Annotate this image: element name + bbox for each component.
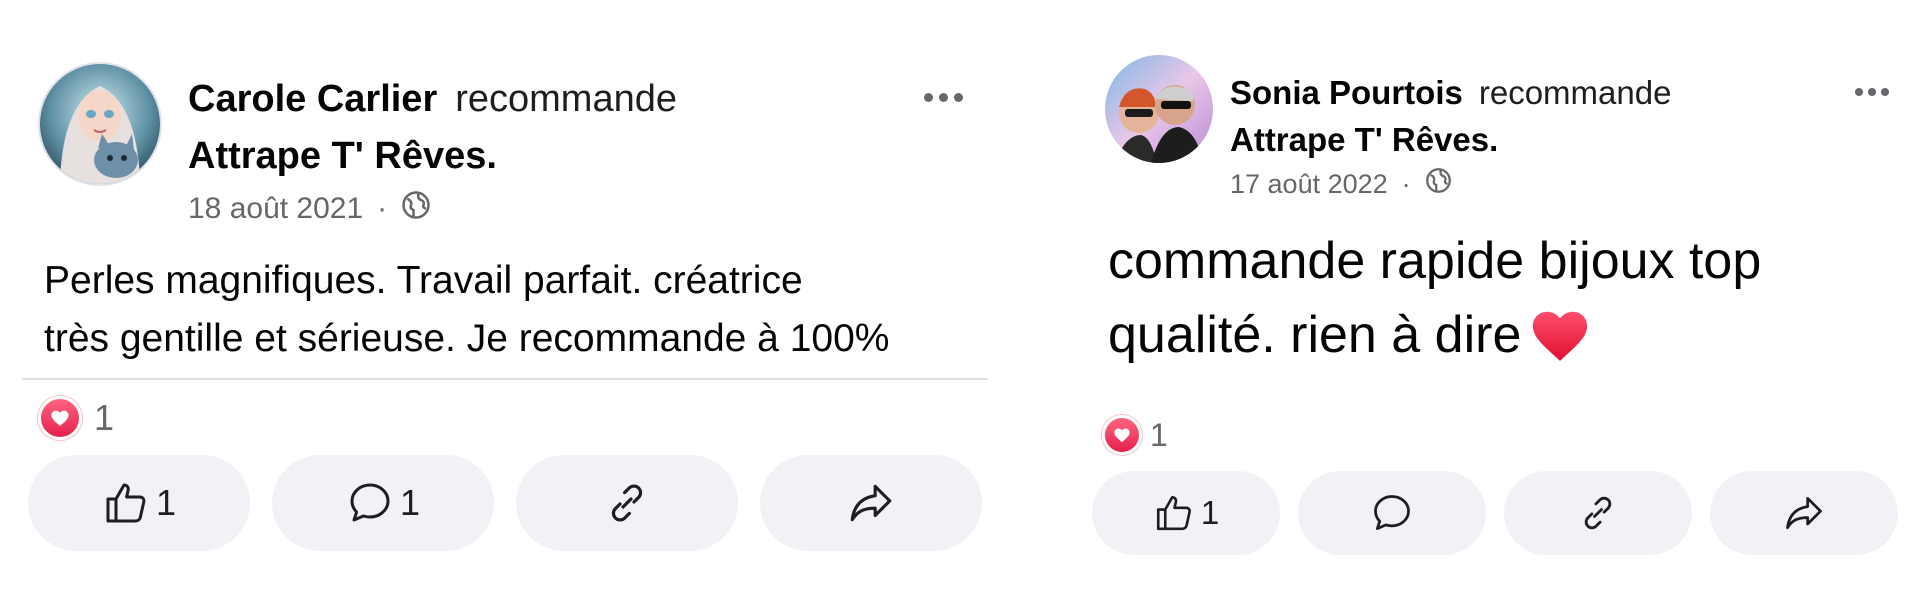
like-button[interactable]: 1 (1092, 471, 1280, 555)
comment-count: 1 (399, 482, 421, 523)
action-bar: 1 1 (28, 455, 982, 551)
post-header: Sonia Pourtois recommande (1230, 74, 1671, 112)
avatar[interactable] (38, 62, 162, 186)
reaction-count: 1 (94, 397, 115, 438)
copy-link-button[interactable] (516, 455, 738, 551)
meta-separator: · (1401, 168, 1411, 199)
like-button[interactable]: 1 (28, 455, 250, 551)
comment-icon (1370, 491, 1414, 535)
globe-icon (1425, 167, 1452, 201)
recommend-verb: recommande (1478, 74, 1672, 111)
like-count: 1 (1200, 494, 1220, 531)
page-name[interactable]: Attrape T' Rêves. (188, 135, 497, 178)
share-button[interactable] (760, 455, 982, 551)
more-options-icon[interactable] (1855, 88, 1889, 96)
link-icon (1577, 492, 1619, 534)
post-text-line: commande rapide bijoux top (1108, 232, 1762, 290)
post-text-line-wrap: qualité. rien à dire (1108, 298, 1908, 384)
post-text-line: très gentille et sérieuse. Je recommande… (44, 317, 890, 360)
author-name[interactable]: Carole Carlier (188, 78, 437, 120)
reaction-summary[interactable]: 1 (38, 396, 114, 440)
thumbs-up-icon (102, 479, 150, 527)
love-reaction-icon (38, 396, 82, 440)
share-button[interactable] (1710, 471, 1898, 555)
post-text: commande rapide bijoux top qualité. rien… (1108, 224, 1908, 384)
recommendation-post: Carole Carlier recommande Attrape T' Rêve… (0, 0, 1000, 616)
thumbs-up-icon (1153, 492, 1195, 534)
copy-link-button[interactable] (1504, 471, 1692, 555)
share-icon (846, 478, 896, 528)
globe-icon (401, 190, 431, 228)
like-count: 1 (155, 482, 177, 523)
recommendation-post: Sonia Pourtois recommande Attrape T' Rêve… (1080, 0, 1920, 616)
page-name[interactable]: Attrape T' Rêves. (1230, 121, 1498, 159)
reaction-count: 1 (1150, 416, 1168, 453)
post-meta: 18 août 2021 · (188, 190, 431, 228)
post-text-line: Perles magnifiques. Travail parfait. cré… (44, 259, 803, 302)
post-text: Perles magnifiques. Travail parfait. cré… (44, 252, 1004, 368)
recommend-verb: recommande (455, 78, 677, 120)
share-icon (1782, 491, 1826, 535)
meta-separator: · (377, 192, 388, 225)
comment-button[interactable] (1298, 471, 1486, 555)
reaction-summary[interactable]: 1 (1102, 415, 1168, 455)
comment-button[interactable]: 1 (272, 455, 494, 551)
divider (22, 378, 988, 380)
post-header: Carole Carlier recommande (188, 78, 677, 121)
avatar[interactable] (1105, 55, 1213, 163)
author-name[interactable]: Sonia Pourtois (1230, 74, 1463, 111)
love-reaction-icon (1102, 415, 1142, 455)
action-bar: 1 (1092, 471, 1898, 555)
post-text-line: qualité. rien à dire (1108, 306, 1522, 364)
post-date[interactable]: 18 août 2021 (188, 192, 363, 226)
more-options-icon[interactable] (924, 93, 963, 102)
red-heart-icon (1529, 306, 1591, 384)
link-icon (603, 479, 651, 527)
comment-icon (346, 479, 394, 527)
post-date[interactable]: 17 août 2022 (1230, 169, 1388, 200)
post-meta: 17 août 2022 · (1230, 167, 1452, 201)
